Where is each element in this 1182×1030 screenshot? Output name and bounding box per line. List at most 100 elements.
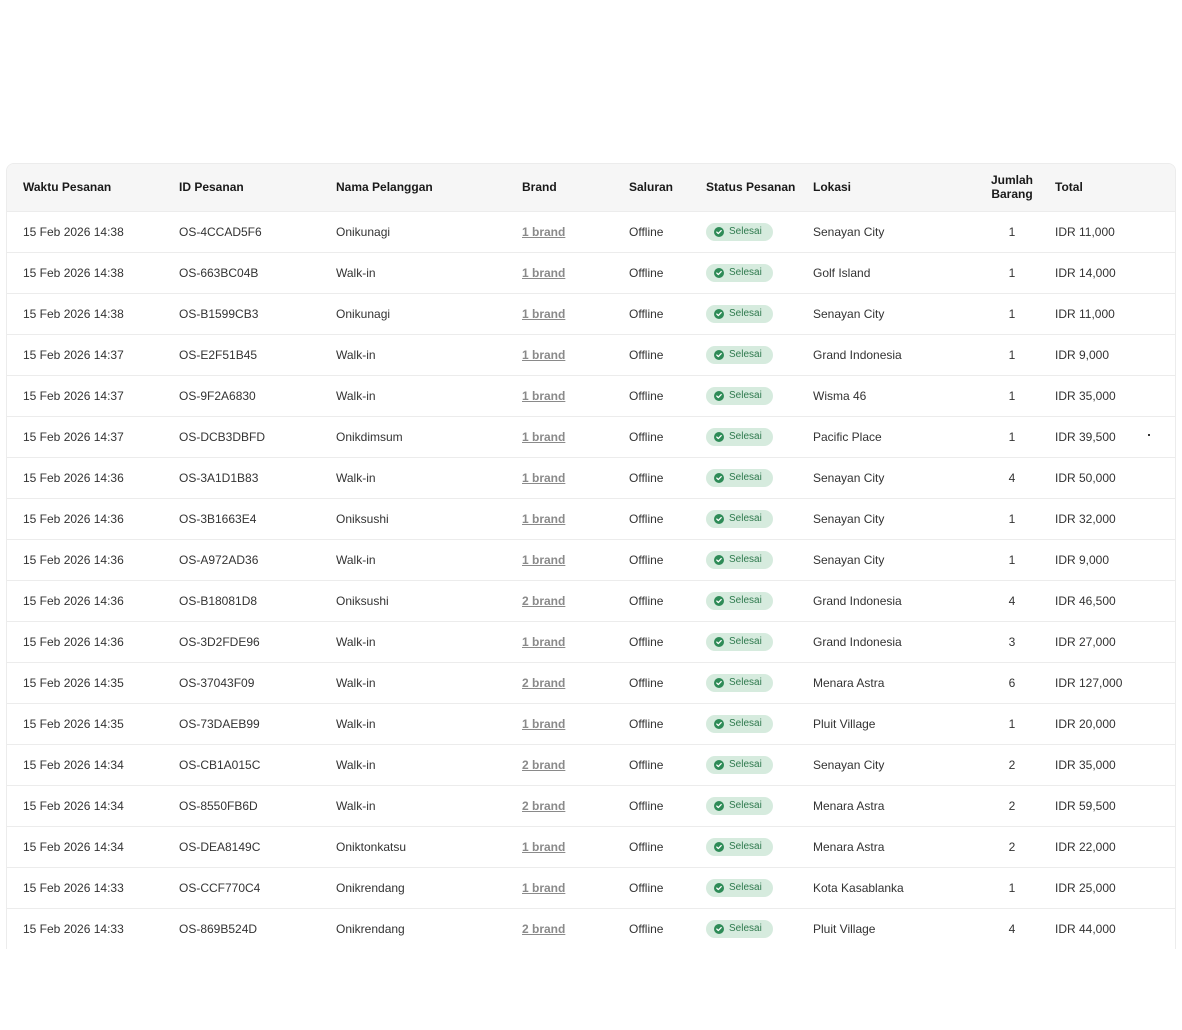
order-id: OS-B1599CB3 — [179, 292, 336, 334]
table-row[interactable]: 15 Feb 2026 14:34 OS-8550FB6D Walk-in 2 … — [7, 784, 1175, 826]
brand-link[interactable]: 1 brand — [522, 471, 565, 485]
brand-link[interactable]: 1 brand — [522, 553, 565, 567]
status-cell: Selesai — [706, 251, 813, 293]
table-row[interactable]: 15 Feb 2026 14:36 OS-3B1663E4 Oniksushi … — [7, 497, 1175, 539]
brand-link[interactable]: 1 brand — [522, 348, 565, 362]
item-count: 1 — [969, 415, 1055, 457]
order-time: 15 Feb 2026 14:36 — [7, 579, 179, 621]
brand-link[interactable]: 1 brand — [522, 307, 565, 321]
channel: Offline — [629, 292, 706, 334]
order-id: OS-B18081D8 — [179, 579, 336, 621]
brand-link[interactable]: 1 brand — [522, 430, 565, 444]
table-row[interactable]: 15 Feb 2026 14:36 OS-B18081D8 Oniksushi … — [7, 579, 1175, 621]
status-label: Selesai — [729, 512, 762, 524]
location: Menara Astra — [813, 661, 969, 703]
status-badge: Selesai — [706, 714, 773, 733]
brand-link[interactable]: 2 brand — [522, 758, 565, 772]
brand-link[interactable]: 1 brand — [522, 512, 565, 526]
brand-link[interactable]: 1 brand — [522, 717, 565, 731]
table-row[interactable]: 15 Feb 2026 14:34 OS-CB1A015C Walk-in 2 … — [7, 743, 1175, 785]
brand-link[interactable]: 1 brand — [522, 840, 565, 854]
check-circle-icon — [714, 800, 724, 811]
order-total: IDR 35,000 — [1055, 743, 1175, 785]
customer-name: Walk-in — [336, 620, 522, 662]
table-row[interactable]: 15 Feb 2026 14:34 OS-DEA8149C Oniktonkat… — [7, 825, 1175, 867]
table-row[interactable]: 15 Feb 2026 14:36 OS-3D2FDE96 Walk-in 1 … — [7, 620, 1175, 662]
table-row[interactable]: 15 Feb 2026 14:38 OS-4CCAD5F6 Onikunagi … — [7, 210, 1175, 252]
table-row[interactable]: 15 Feb 2026 14:36 OS-A972AD36 Walk-in 1 … — [7, 538, 1175, 580]
channel: Offline — [629, 210, 706, 252]
check-circle-icon — [714, 841, 724, 852]
col-header-lokasi[interactable]: Lokasi — [813, 164, 969, 211]
order-time: 15 Feb 2026 14:36 — [7, 538, 179, 580]
order-time: 15 Feb 2026 14:38 — [7, 251, 179, 293]
status-cell: Selesai — [706, 333, 813, 375]
check-circle-icon — [714, 513, 724, 524]
channel: Offline — [629, 825, 706, 867]
col-header-status[interactable]: Status Pesanan — [706, 164, 813, 211]
table-row[interactable]: 15 Feb 2026 14:35 OS-37043F09 Walk-in 2 … — [7, 661, 1175, 703]
location: Grand Indonesia — [813, 579, 969, 621]
table-row[interactable]: 15 Feb 2026 14:36 OS-3A1D1B83 Walk-in 1 … — [7, 456, 1175, 498]
check-circle-icon — [714, 349, 724, 360]
col-header-jumlah[interactable]: Jumlah Barang — [969, 164, 1055, 211]
channel: Offline — [629, 251, 706, 293]
table-row[interactable]: 15 Feb 2026 14:38 OS-B1599CB3 Onikunagi … — [7, 292, 1175, 334]
table-row[interactable]: 15 Feb 2026 14:35 OS-73DAEB99 Walk-in 1 … — [7, 702, 1175, 744]
brand-link[interactable]: 2 brand — [522, 676, 565, 690]
brand-cell: 2 brand — [522, 784, 629, 826]
table-row[interactable]: 15 Feb 2026 14:33 OS-869B524D Onikrendan… — [7, 907, 1175, 949]
order-time: 15 Feb 2026 14:38 — [7, 210, 179, 252]
brand-link[interactable]: 1 brand — [522, 225, 565, 239]
channel: Offline — [629, 456, 706, 498]
table-row[interactable]: 15 Feb 2026 14:38 OS-663BC04B Walk-in 1 … — [7, 251, 1175, 293]
order-id: OS-4CCAD5F6 — [179, 210, 336, 252]
col-header-id[interactable]: ID Pesanan — [179, 164, 336, 211]
table-row[interactable]: 15 Feb 2026 14:37 OS-9F2A6830 Walk-in 1 … — [7, 374, 1175, 416]
brand-link[interactable]: 1 brand — [522, 881, 565, 895]
status-cell: Selesai — [706, 661, 813, 703]
brand-link[interactable]: 1 brand — [522, 635, 565, 649]
brand-link[interactable]: 1 brand — [522, 389, 565, 403]
table-row[interactable]: 15 Feb 2026 14:33 OS-CCF770C4 Onikrendan… — [7, 866, 1175, 908]
col-header-saluran[interactable]: Saluran — [629, 164, 706, 211]
status-label: Selesai — [729, 389, 762, 401]
status-label: Selesai — [729, 553, 762, 565]
orders-table: Waktu Pesanan ID Pesanan Nama Pelanggan … — [7, 164, 1175, 949]
status-badge: Selesai — [706, 386, 773, 405]
order-id: OS-3B1663E4 — [179, 497, 336, 539]
col-header-waktu[interactable]: Waktu Pesanan — [7, 164, 179, 211]
stray-dot — [1148, 434, 1150, 436]
order-time: 15 Feb 2026 14:37 — [7, 333, 179, 375]
table-row[interactable]: 15 Feb 2026 14:37 OS-E2F51B45 Walk-in 1 … — [7, 333, 1175, 375]
customer-name: Walk-in — [336, 251, 522, 293]
status-badge: Selesai — [706, 837, 773, 856]
status-badge: Selesai — [706, 755, 773, 774]
location: Pacific Place — [813, 415, 969, 457]
check-circle-icon — [714, 308, 724, 319]
status-cell: Selesai — [706, 415, 813, 457]
channel: Offline — [629, 784, 706, 826]
channel: Offline — [629, 374, 706, 416]
status-cell: Selesai — [706, 292, 813, 334]
item-count: 3 — [969, 620, 1055, 662]
location: Senayan City — [813, 292, 969, 334]
location: Kota Kasablanka — [813, 866, 969, 908]
brand-cell: 2 brand — [522, 743, 629, 785]
table-row[interactable]: 15 Feb 2026 14:37 OS-DCB3DBFD Onikdimsum… — [7, 415, 1175, 457]
col-header-brand[interactable]: Brand — [522, 164, 629, 211]
check-circle-icon — [714, 595, 724, 606]
channel: Offline — [629, 497, 706, 539]
brand-cell: 1 brand — [522, 702, 629, 744]
status-badge: Selesai — [706, 222, 773, 241]
col-header-nama[interactable]: Nama Pelanggan — [336, 164, 522, 211]
status-badge: Selesai — [706, 345, 773, 364]
brand-link[interactable]: 1 brand — [522, 266, 565, 280]
channel: Offline — [629, 661, 706, 703]
order-id: OS-3A1D1B83 — [179, 456, 336, 498]
brand-link[interactable]: 2 brand — [522, 922, 565, 936]
brand-cell: 1 brand — [522, 210, 629, 252]
brand-link[interactable]: 2 brand — [522, 594, 565, 608]
col-header-total[interactable]: Total — [1055, 164, 1175, 211]
brand-link[interactable]: 2 brand — [522, 799, 565, 813]
